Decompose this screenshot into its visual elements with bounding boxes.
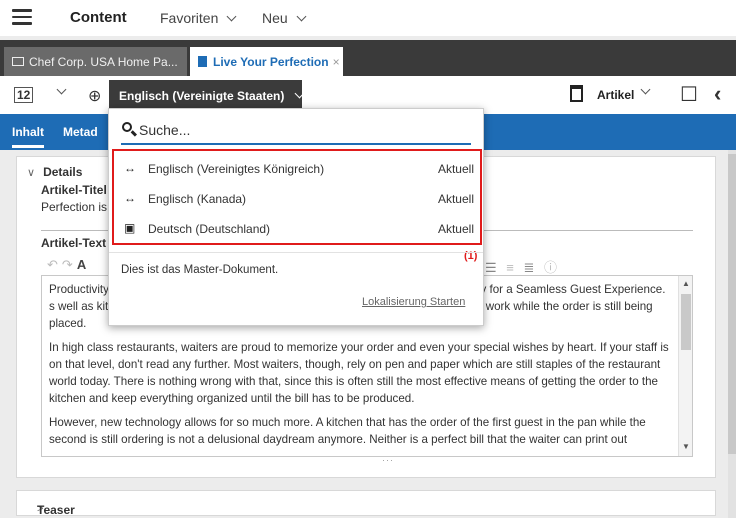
close-tab-icon[interactable]: × [333, 55, 340, 69]
article-type-label[interactable]: Artikel [597, 88, 634, 102]
version-selector[interactable]: 12 [14, 87, 34, 103]
editor-scrollbar[interactable]: ▲ ▼ [678, 276, 692, 456]
master-language-icon: ▣ [124, 221, 136, 235]
language-status: Aktuell [437, 192, 474, 206]
editor-paragraph: In high class restaurants, waiters are p… [49, 341, 669, 405]
hamburger-menu-icon[interactable] [12, 9, 32, 25]
list-item[interactable]: ↔ Englisch (Kanada) Aktuell [124, 189, 474, 211]
menu-favoriten-label: Favoriten [160, 10, 219, 26]
page-scrollbar[interactable] [728, 150, 736, 518]
language-name: Deutsch (Deutschland) [148, 222, 271, 236]
article-type-icon [570, 85, 583, 102]
document-tab-bar: Chef Corp. USA Home Pa... Live Your Perf… [0, 40, 736, 76]
translate-arrows-icon: ↔ [124, 191, 136, 205]
page-icon [12, 57, 24, 66]
language-search-input[interactable] [139, 119, 459, 141]
tab-chef-corp[interactable]: Chef Corp. USA Home Pa... [4, 47, 187, 76]
editor-paragraph: However, new technology allows for so mu… [49, 416, 646, 446]
info-icon[interactable]: ⓘ [544, 260, 560, 275]
artikel-text-label: Artikel-Text [41, 236, 107, 250]
teaser-label: Teaser [37, 503, 75, 517]
language-search-box [121, 117, 471, 145]
language-status: Aktuell [437, 222, 474, 236]
search-icon [121, 121, 138, 137]
list-item[interactable]: ↔ Englisch (Vereinigtes Königreich) Aktu… [124, 159, 474, 181]
editor-toolbar-right: ☰ ≡ ≣ ⓘ [485, 257, 560, 276]
tab-live-your-perfection[interactable]: Live Your Perfection × [190, 47, 343, 76]
collapse-left-icon[interactable]: ‹ [714, 81, 721, 107]
menu-neu-label: Neu [262, 10, 288, 26]
indent-icon[interactable]: ≣ [524, 260, 538, 275]
divider [109, 252, 483, 253]
details-section-label: Details [43, 165, 83, 179]
menu-content[interactable]: Content [70, 9, 127, 26]
scroll-down-arrow-icon[interactable]: ▼ [682, 442, 690, 451]
chevron-down-icon[interactable] [640, 84, 651, 95]
details-section-toggle[interactable]: ∨ Details [27, 165, 82, 179]
scroll-thumb[interactable] [681, 294, 691, 350]
article-icon [198, 56, 207, 67]
tab-inhalt[interactable]: Inhalt [12, 125, 44, 148]
language-name: Englisch (Kanada) [148, 192, 247, 206]
outdent-icon[interactable]: ≡ [506, 260, 517, 275]
language-dropdown: ↔ Englisch (Vereinigtes Königreich) Aktu… [108, 108, 484, 326]
tab-label: Live Your Perfection [213, 55, 329, 69]
undo-icon[interactable]: ↶ [47, 257, 62, 272]
scroll-up-arrow-icon[interactable]: ▲ [682, 279, 690, 288]
font-style-icon[interactable]: A [77, 257, 90, 272]
page-scroll-thumb[interactable] [728, 154, 736, 454]
resize-handle-icon[interactable]: ··· [382, 455, 394, 465]
list-item[interactable]: ▣ Deutsch (Deutschland) Aktuell [124, 219, 474, 241]
master-document-note: Dies ist das Master-Dokument. [121, 264, 279, 276]
lightbulb-icon[interactable]: ☐ [680, 82, 698, 107]
list-icon[interactable]: ☰ [485, 260, 500, 275]
chevron-down-icon [296, 11, 307, 22]
redo-icon[interactable]: ↷ [62, 257, 77, 272]
start-localization-link[interactable]: Lokalisierung Starten [362, 296, 465, 308]
app-root: Content Favoriten Neu Chef Corp. USA Hom… [0, 0, 736, 518]
artikel-titel-input[interactable]: Perfection is [41, 200, 107, 214]
chevron-down-icon: ∨ [27, 167, 36, 179]
top-menu-bar: Content Favoriten Neu [0, 0, 736, 36]
language-globe-icon: ⊕ [88, 88, 102, 105]
language-status: Aktuell [437, 162, 474, 176]
tab-metadaten[interactable]: Metad [63, 125, 98, 139]
chevron-down-icon[interactable] [56, 84, 67, 95]
artikel-titel-label: Artikel-Titel [41, 183, 107, 197]
teaser-section[interactable]: > Teaser [16, 490, 716, 517]
chevron-down-icon [226, 11, 237, 22]
language-name: Englisch (Vereinigtes Königreich) [148, 162, 325, 176]
language-selected-label: Englisch (Vereinigte Staaten) [119, 89, 285, 103]
menu-neu[interactable]: Neu [262, 10, 307, 26]
menu-favoriten[interactable]: Favoriten [160, 10, 237, 26]
translate-arrows-icon: ↔ [124, 161, 136, 175]
language-selector-button[interactable]: Englisch (Vereinigte Staaten) [109, 80, 305, 110]
editor-toolbar-left: ↶↷A [47, 257, 90, 273]
chevron-down-icon [294, 88, 305, 99]
tab-label: Chef Corp. USA Home Pa... [29, 55, 178, 69]
translation-list-highlight: ↔ Englisch (Vereinigtes Königreich) Aktu… [112, 149, 482, 245]
